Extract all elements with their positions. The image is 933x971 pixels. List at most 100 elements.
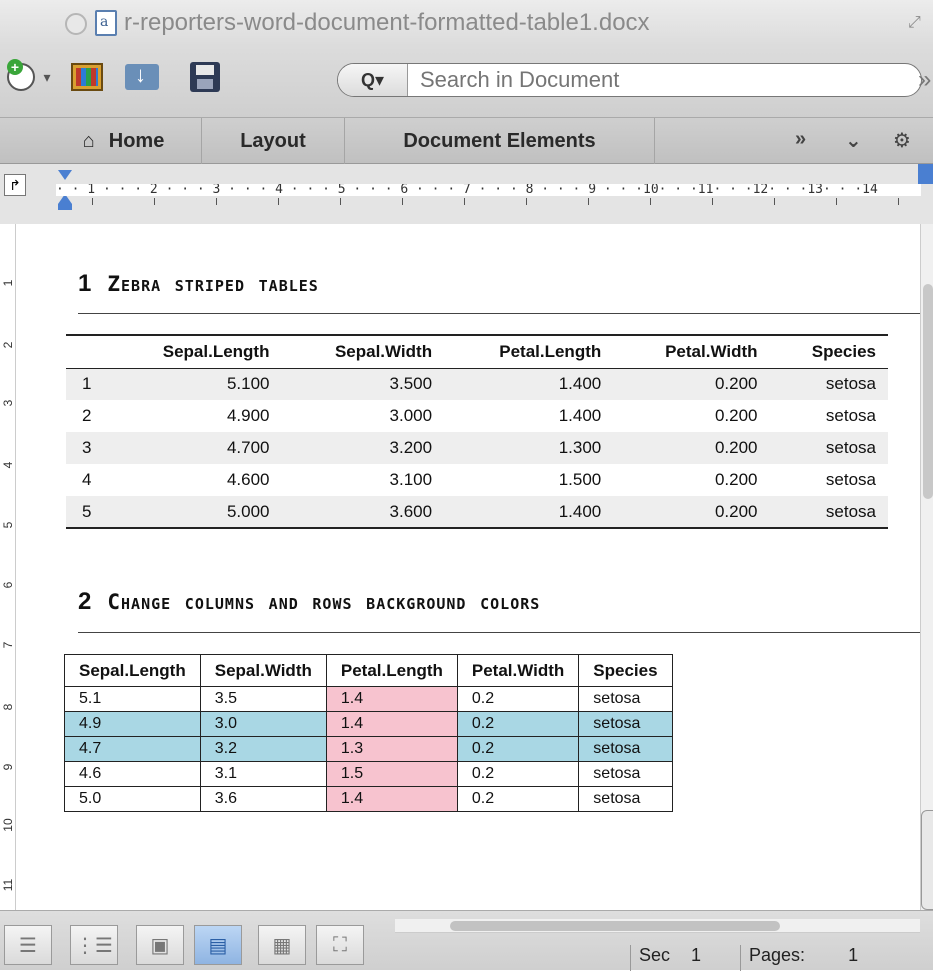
zoom-window-button[interactable] bbox=[65, 13, 87, 35]
status-bar: Sec 1 Pages: 1 bbox=[395, 941, 933, 971]
print-layout-view-button[interactable]: ▤ bbox=[194, 925, 242, 965]
save-button[interactable] bbox=[188, 57, 222, 97]
horizontal-ruler[interactable]: ↱ · · 1 · · · 2 · · · 3 · · · 4 · · · 5 … bbox=[0, 164, 933, 224]
table-cell: 1.400 bbox=[558, 406, 602, 425]
table-cell: 1.400 bbox=[444, 368, 614, 400]
pages-label: Pages: bbox=[749, 945, 806, 965]
section-value: 1 bbox=[691, 945, 702, 965]
heading-rule bbox=[78, 313, 920, 314]
table-row: 4.6 3.1 1.5 0.2 setosa bbox=[64, 761, 673, 787]
table-cell: 3.100 bbox=[389, 470, 433, 489]
full-screen-icon: ⛶ bbox=[333, 933, 347, 956]
pages-value: 1 bbox=[848, 945, 859, 965]
horizontal-scroll-thumb[interactable] bbox=[450, 921, 780, 931]
outline-view-icon: ⋮☰ bbox=[75, 934, 113, 957]
fullscreen-arrows-icon[interactable]: ⤢ bbox=[908, 14, 921, 32]
table-cell: setosa bbox=[769, 432, 888, 464]
table-header-cell: Species bbox=[769, 335, 888, 369]
table-header-row: Sepal.Length Sepal.Width Petal.Length Pe… bbox=[64, 654, 673, 687]
table-cell: 3.5 bbox=[199, 686, 327, 712]
tab-layout[interactable]: Layout bbox=[202, 118, 345, 164]
window-title: r-reporters-word-document-formatted-tabl… bbox=[124, 9, 650, 36]
section-title: Zebra striped tables bbox=[107, 272, 319, 296]
table-header-row: Sepal.Length Sepal.Width Petal.Length Pe… bbox=[66, 335, 888, 369]
first-line-indent-marker[interactable] bbox=[58, 170, 72, 180]
vruler-label: 9 bbox=[1, 763, 15, 771]
draft-view-icon: ☰ bbox=[19, 934, 37, 957]
heading-rule bbox=[78, 632, 920, 633]
table-cell: 1.5 bbox=[325, 761, 458, 787]
document-gallery-button[interactable] bbox=[68, 57, 106, 97]
section-title: Change columns and rows background color… bbox=[107, 590, 541, 614]
outline-view-button[interactable]: ⋮☰ bbox=[70, 925, 118, 965]
vertical-scroll-thumb[interactable] bbox=[923, 284, 933, 499]
section-heading-2: 2 Change columns and rows background colo… bbox=[78, 588, 540, 616]
publishing-layout-view-button[interactable]: ▣ bbox=[136, 925, 184, 965]
table-header-cell: Petal.Width bbox=[456, 654, 580, 687]
table-cell: 5.100 bbox=[106, 368, 282, 400]
draft-view-button[interactable]: ☰ bbox=[4, 925, 52, 965]
new-document-menu-arrow[interactable]: ▾ bbox=[38, 57, 56, 97]
table-cell: 3.200 bbox=[281, 432, 445, 464]
table-header-cell: Petal.Length bbox=[325, 654, 458, 687]
full-screen-view-button[interactable]: ⛶ bbox=[316, 925, 364, 965]
search-scope-button[interactable]: Q▾ bbox=[338, 64, 408, 96]
page-navigation-buttons[interactable] bbox=[921, 810, 933, 910]
ribbon-gear-icon[interactable]: ⚙ bbox=[893, 128, 911, 153]
tab-document-elements[interactable]: Document Elements bbox=[345, 118, 655, 164]
table-cell: 1 bbox=[66, 368, 106, 400]
table-cell: 3.6 bbox=[199, 786, 327, 812]
table-cell: 4.9 bbox=[64, 711, 201, 737]
table-cell: 5.000 bbox=[106, 496, 282, 528]
tab-document-elements-label: Document Elements bbox=[403, 129, 596, 152]
table-header-cell: Sepal.Length bbox=[106, 335, 282, 369]
table-cell: setosa bbox=[825, 406, 876, 425]
vruler-label: 11 bbox=[1, 878, 15, 892]
table-cell: 0.2 bbox=[456, 686, 580, 712]
home-icon: ⌂ bbox=[82, 129, 95, 152]
table-cell: 1.4 bbox=[325, 686, 458, 712]
tab-layout-label: Layout bbox=[240, 129, 306, 152]
table-cell: 3.000 bbox=[389, 406, 433, 425]
vruler-label: 3 bbox=[1, 399, 15, 407]
ribbon-overflow-icon[interactable]: » bbox=[795, 128, 806, 151]
vertical-ruler[interactable]: 1 2 3 4 5 6 7 8 9 10 11 bbox=[0, 224, 16, 910]
notebook-layout-view-button[interactable]: ▦ bbox=[258, 925, 306, 965]
vertical-scrollbar[interactable] bbox=[920, 224, 933, 910]
search-input[interactable] bbox=[408, 67, 868, 93]
new-document-button[interactable]: + bbox=[6, 57, 36, 97]
table-header-cell: Sepal.Width bbox=[281, 335, 445, 369]
zebra-table: Sepal.Length Sepal.Width Petal.Length Pe… bbox=[66, 334, 888, 529]
table-cell: setosa bbox=[578, 786, 673, 812]
vruler-label: 2 bbox=[1, 341, 15, 349]
tab-home[interactable]: ⌂ Home bbox=[46, 118, 202, 164]
section-number: 1 bbox=[78, 270, 92, 297]
table-row: 5 5.000 3.600 1.400 0.200 setosa bbox=[66, 496, 888, 528]
table-cell: 3.2 bbox=[199, 736, 327, 762]
document-page[interactable]: 1 Zebra striped tables Sepal.Length Sepal… bbox=[16, 224, 920, 910]
document-icon: a bbox=[95, 10, 117, 36]
horizontal-scrollbar[interactable] bbox=[395, 919, 920, 933]
right-indent-marker[interactable] bbox=[918, 164, 933, 184]
bottom-bar: ☰ ⋮☰ ▣ ▤ ▦ ⛶ Sec 1 Pages: 1 bbox=[0, 910, 933, 971]
table-cell: 4.7 bbox=[64, 736, 201, 762]
ruler-ticks bbox=[56, 198, 921, 208]
table-cell: 5.1 bbox=[64, 686, 201, 712]
table-row: 4.7 3.2 1.3 0.2 setosa bbox=[64, 736, 673, 762]
tab-stop-selector[interactable]: ↱ bbox=[4, 174, 26, 196]
toolbar-overflow-button[interactable]: » bbox=[918, 66, 931, 94]
ribbon-collapse-icon[interactable]: ⌄ bbox=[845, 128, 862, 153]
title-bar: a r-reporters-word-document-formatted-ta… bbox=[0, 0, 933, 452]
section-indicator: Sec 1 bbox=[630, 945, 709, 971]
open-button[interactable] bbox=[122, 57, 162, 97]
table-header-cell: Sepal.Length bbox=[64, 654, 201, 687]
table-cell: 3.600 bbox=[281, 496, 445, 528]
table-cell: 4.900 bbox=[226, 406, 270, 425]
table-cell: 3.500 bbox=[281, 368, 445, 400]
table-cell: 1.400 bbox=[444, 496, 614, 528]
vruler-label: 6 bbox=[1, 581, 15, 589]
page-count-indicator: Pages: 1 bbox=[740, 945, 866, 971]
table-cell: 0.2 bbox=[456, 761, 580, 787]
table-cell: setosa bbox=[578, 711, 673, 737]
table-cell: 0.200 bbox=[613, 432, 770, 464]
